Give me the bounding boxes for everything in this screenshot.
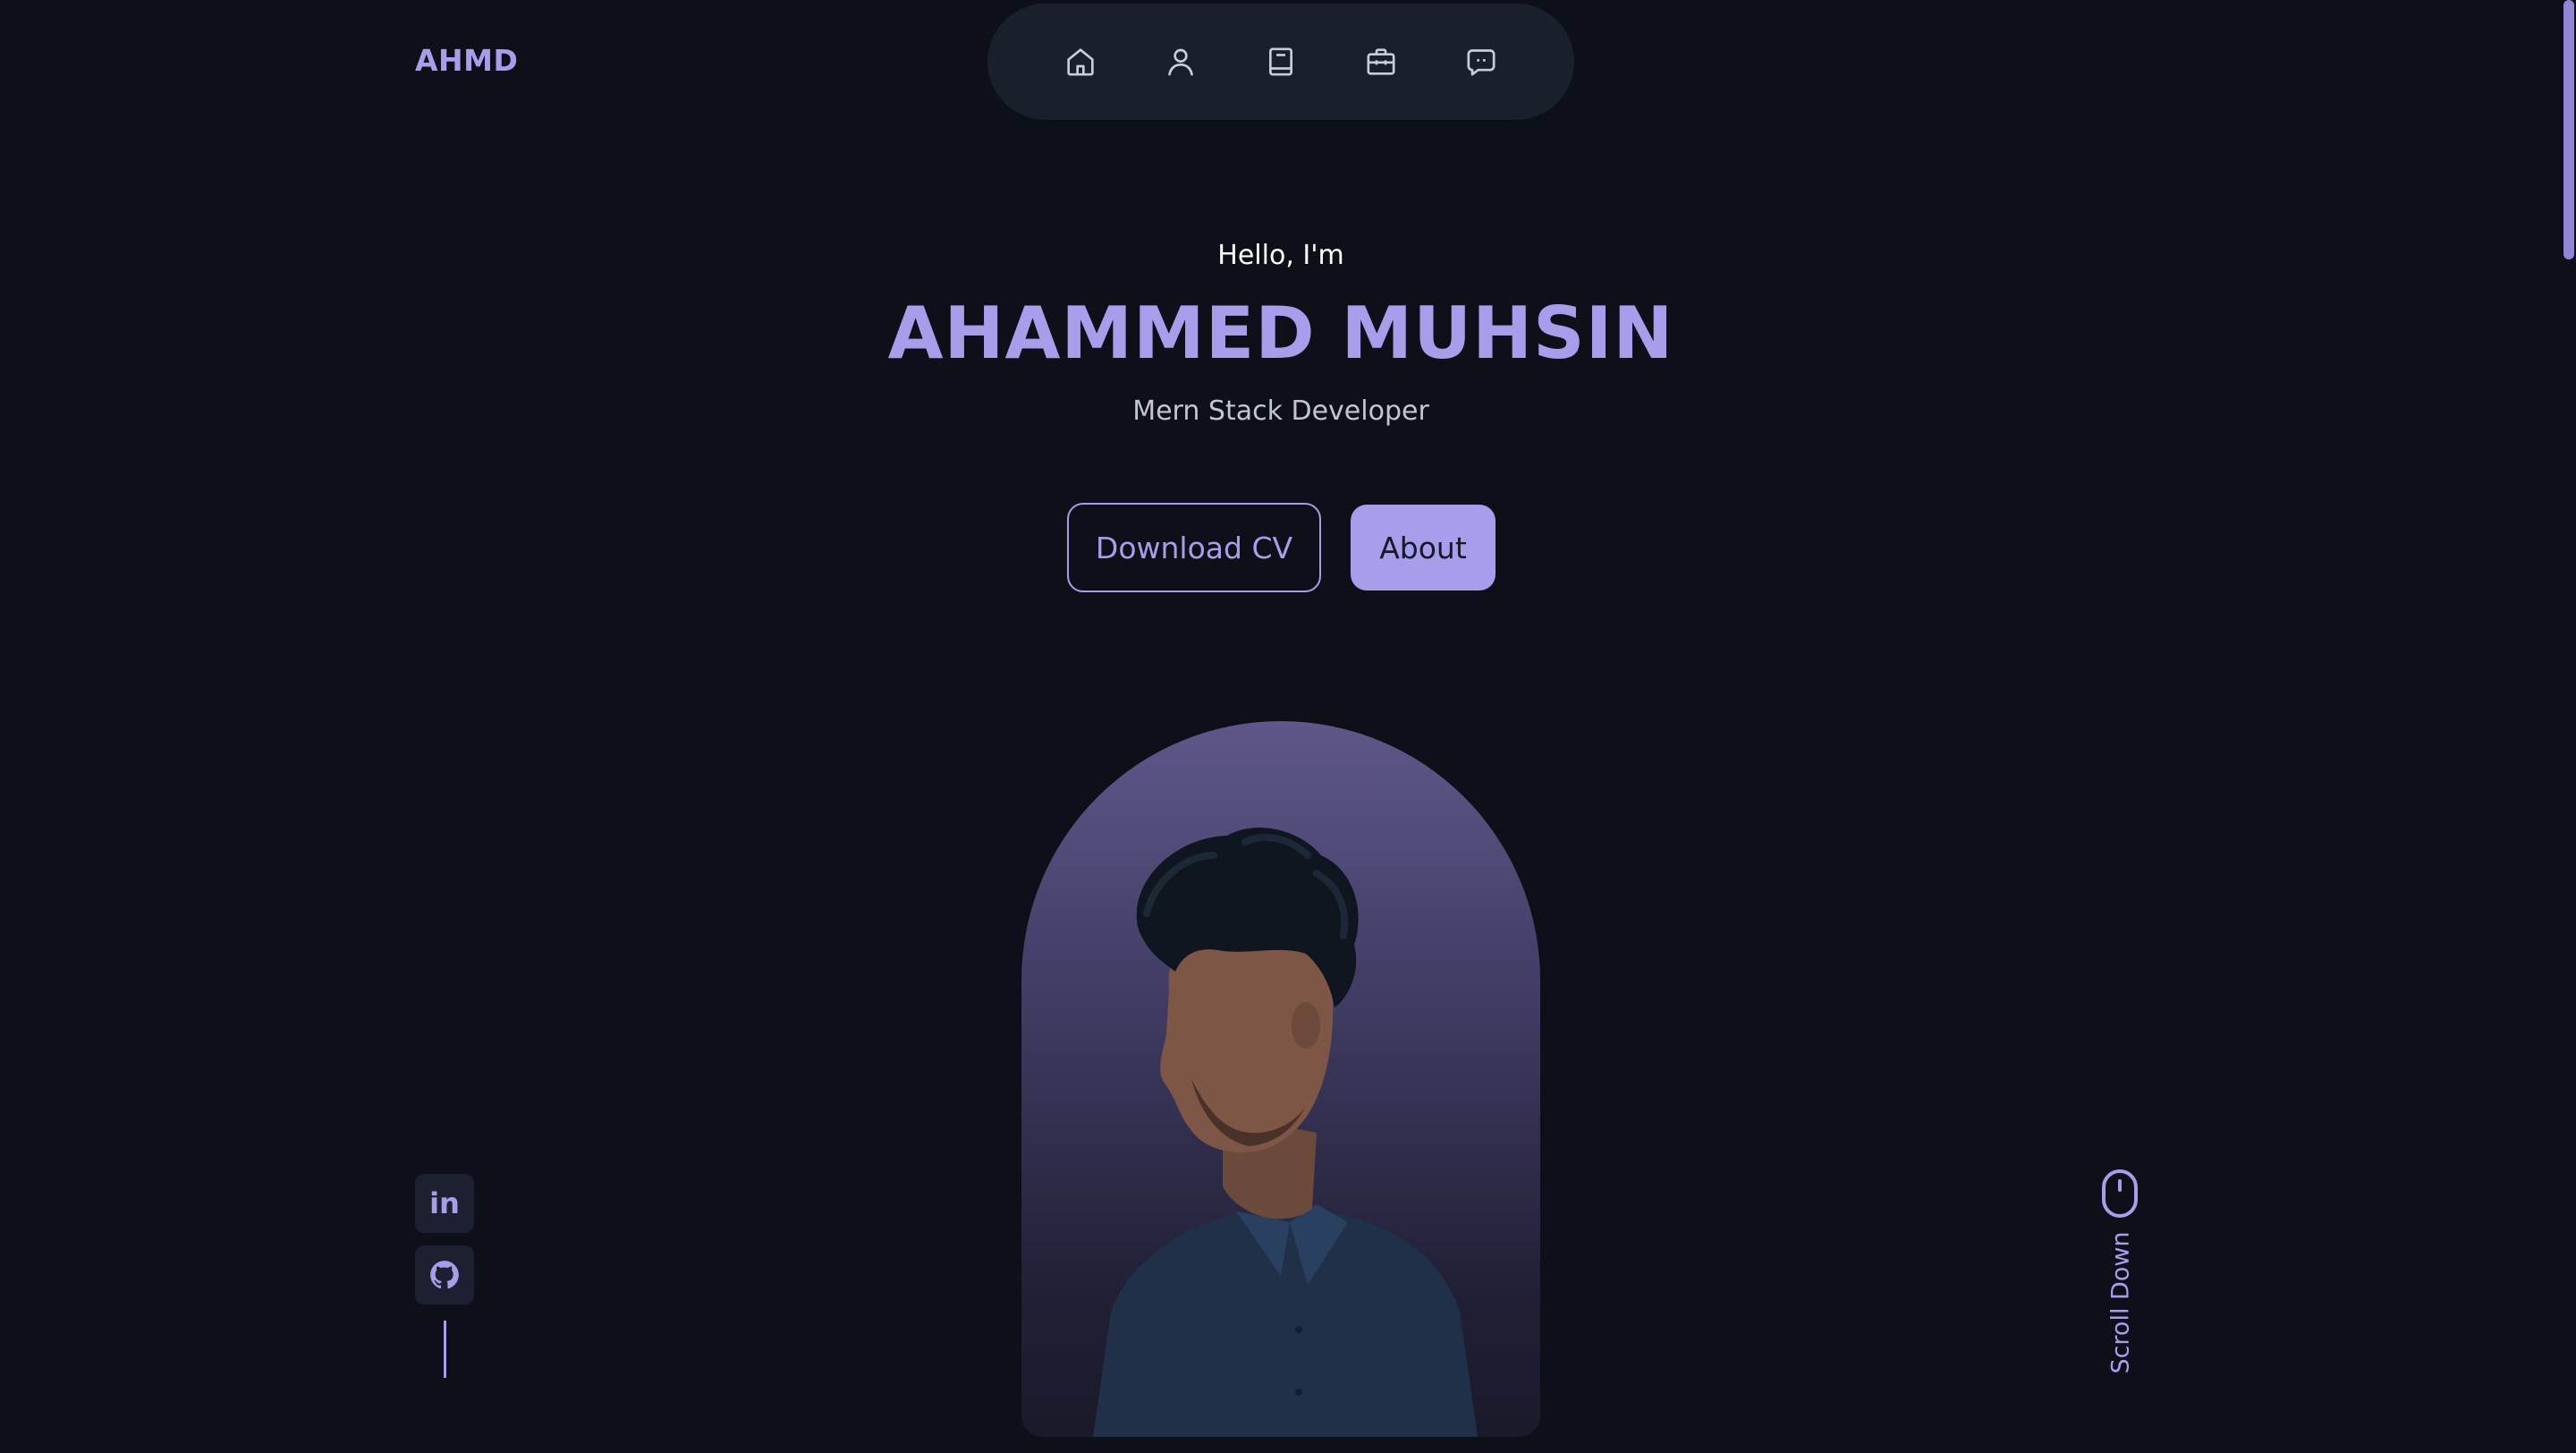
about-button[interactable]: About (1351, 505, 1496, 591)
page-scrollbar[interactable] (2562, 0, 2576, 1453)
hero-role: Mern Stack Developer (1132, 395, 1429, 427)
nav-work[interactable] (1356, 37, 1406, 87)
nav-home[interactable] (1055, 37, 1106, 87)
user-icon (1168, 48, 1193, 76)
hero-greeting: Hello, I'm (1217, 240, 1344, 271)
profile-portrait (1021, 721, 1540, 1437)
github-icon (430, 1261, 459, 1289)
linkedin-link[interactable]: in (415, 1174, 474, 1233)
book-icon (1269, 47, 1292, 76)
nav-contact[interactable] (1456, 37, 1506, 87)
scroll-down-link[interactable]: Scroll Down (2098, 1168, 2143, 1383)
scrollbar-thumb[interactable] (2563, 0, 2574, 259)
briefcase-icon (1367, 48, 1395, 75)
message-icon (1467, 49, 1496, 76)
linkedin-icon: in (429, 1186, 460, 1220)
github-link[interactable] (415, 1245, 474, 1304)
nav-resume[interactable] (1256, 37, 1306, 87)
download-cv-button[interactable]: Download CV (1067, 503, 1321, 592)
page: AHMD Hello, I'm AHAMMED MUHSIN Mern Stac… (0, 0, 2576, 1453)
social-divider (444, 1321, 446, 1378)
home-icon (1067, 48, 1094, 76)
hero-name: AHAMMED MUHSIN (887, 292, 1674, 375)
main-nav (987, 4, 1574, 120)
nav-about[interactable] (1156, 37, 1206, 87)
scroll-down-label: Scroll Down (2106, 1231, 2135, 1374)
portrait-illustration (1093, 828, 1478, 1437)
mouse-icon (2102, 1169, 2138, 1218)
site-logo[interactable]: AHMD (415, 43, 518, 78)
